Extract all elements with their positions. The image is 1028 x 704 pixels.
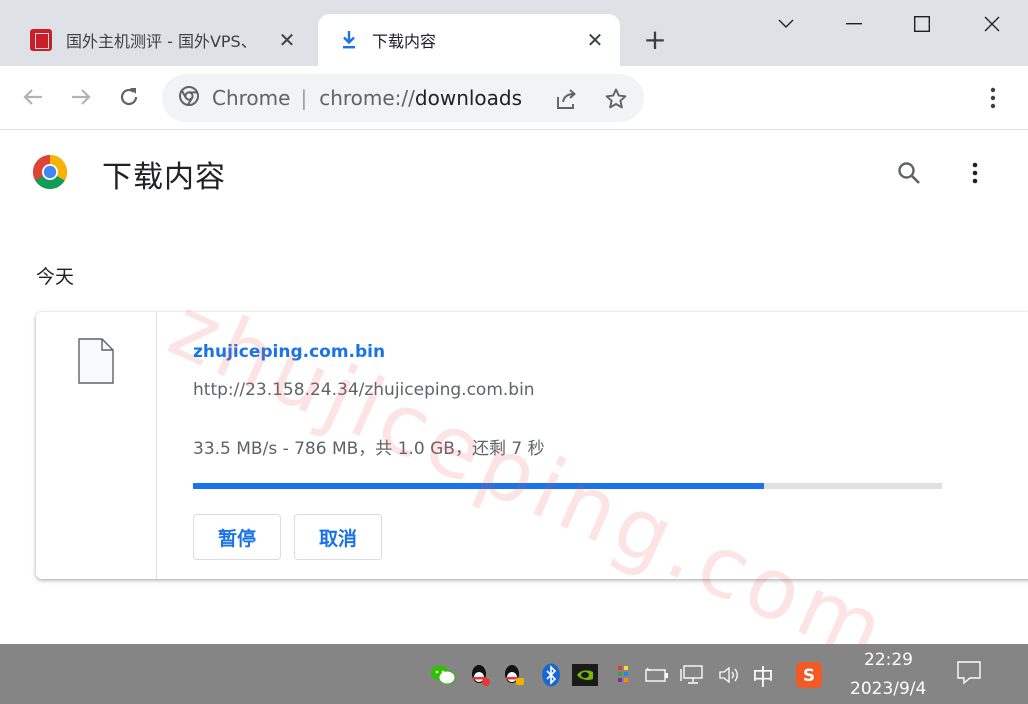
minimize-icon[interactable] bbox=[832, 8, 876, 40]
page-title: 下载内容 bbox=[102, 160, 226, 195]
color-app-icon[interactable] bbox=[610, 662, 636, 688]
more-actions-icon[interactable] bbox=[962, 158, 988, 188]
qq-icon[interactable] bbox=[500, 662, 526, 688]
browser-menu-icon[interactable] bbox=[980, 82, 1006, 114]
tab-strip: 国外主机测评 - 国外VPS、 ✕ 下载内容 ✕ + bbox=[0, 0, 1028, 66]
download-progress-bar bbox=[193, 483, 942, 489]
qq-icon[interactable] bbox=[466, 662, 492, 688]
close-window-icon[interactable] bbox=[970, 8, 1014, 40]
address-bar[interactable]: Chrome | chrome://downloads bbox=[162, 74, 644, 122]
download-item: zhujiceping.com.bin http://23.158.24.34/… bbox=[36, 312, 1028, 579]
svg-text:S: S bbox=[803, 666, 815, 686]
clock-date[interactable]: 2023/9/4 bbox=[850, 679, 926, 699]
site-label: Chrome bbox=[212, 86, 291, 110]
volume-icon[interactable] bbox=[716, 662, 742, 688]
site-favicon-icon bbox=[30, 29, 52, 51]
sogou-input-icon[interactable]: S bbox=[796, 662, 822, 688]
battery-icon[interactable] bbox=[644, 662, 670, 688]
chrome-site-icon bbox=[178, 85, 200, 111]
bookmark-star-icon[interactable] bbox=[603, 86, 629, 112]
back-arrow-icon[interactable] bbox=[16, 80, 50, 114]
maximize-icon[interactable] bbox=[900, 8, 944, 40]
bluetooth-icon[interactable] bbox=[538, 662, 564, 688]
download-icon bbox=[338, 29, 360, 51]
address-url: chrome://downloads bbox=[319, 86, 523, 110]
divider bbox=[156, 312, 157, 579]
nvidia-icon[interactable] bbox=[572, 662, 598, 688]
download-progress-fill bbox=[193, 483, 765, 489]
download-filename-link[interactable]: zhujiceping.com.bin bbox=[193, 342, 385, 362]
reload-icon[interactable] bbox=[112, 80, 146, 114]
tab-zhujiceping[interactable]: 国外主机测评 - 国外VPS、 ✕ bbox=[16, 14, 312, 66]
tab-search-chevron-icon[interactable] bbox=[764, 8, 808, 40]
date-header: 今天 bbox=[36, 266, 75, 288]
ime-mode-indicator[interactable]: 中 bbox=[752, 660, 774, 692]
notification-center-icon[interactable] bbox=[956, 660, 982, 686]
close-tab-icon[interactable]: ✕ bbox=[274, 27, 300, 53]
tab-title: 国外主机测评 - 国外VPS、 bbox=[66, 32, 257, 51]
pause-button[interactable]: 暂停 bbox=[193, 514, 281, 560]
forward-arrow-icon[interactable] bbox=[64, 80, 98, 114]
search-downloads-icon[interactable] bbox=[894, 158, 924, 188]
download-source-url[interactable]: http://23.158.24.34/zhujiceping.com.bin bbox=[193, 380, 535, 400]
download-status: 33.5 MB/s - 786 MB，共 1.0 GB，还剩 7 秒 bbox=[193, 439, 545, 459]
close-tab-icon[interactable]: ✕ bbox=[582, 27, 608, 53]
share-icon[interactable] bbox=[554, 86, 580, 112]
address-separator: | bbox=[300, 86, 308, 110]
clock-time[interactable]: 22:29 bbox=[864, 650, 913, 670]
chrome-logo-icon bbox=[33, 155, 67, 189]
wechat-icon[interactable] bbox=[430, 662, 456, 688]
tab-downloads[interactable]: 下载内容 ✕ bbox=[318, 14, 620, 66]
tab-title: 下载内容 bbox=[372, 32, 437, 51]
cancel-button[interactable]: 取消 bbox=[294, 514, 382, 560]
file-icon bbox=[78, 338, 114, 384]
toolbar: Chrome | chrome://downloads bbox=[0, 66, 1028, 130]
new-tab-button[interactable]: + bbox=[638, 24, 672, 58]
network-icon[interactable] bbox=[680, 662, 706, 688]
